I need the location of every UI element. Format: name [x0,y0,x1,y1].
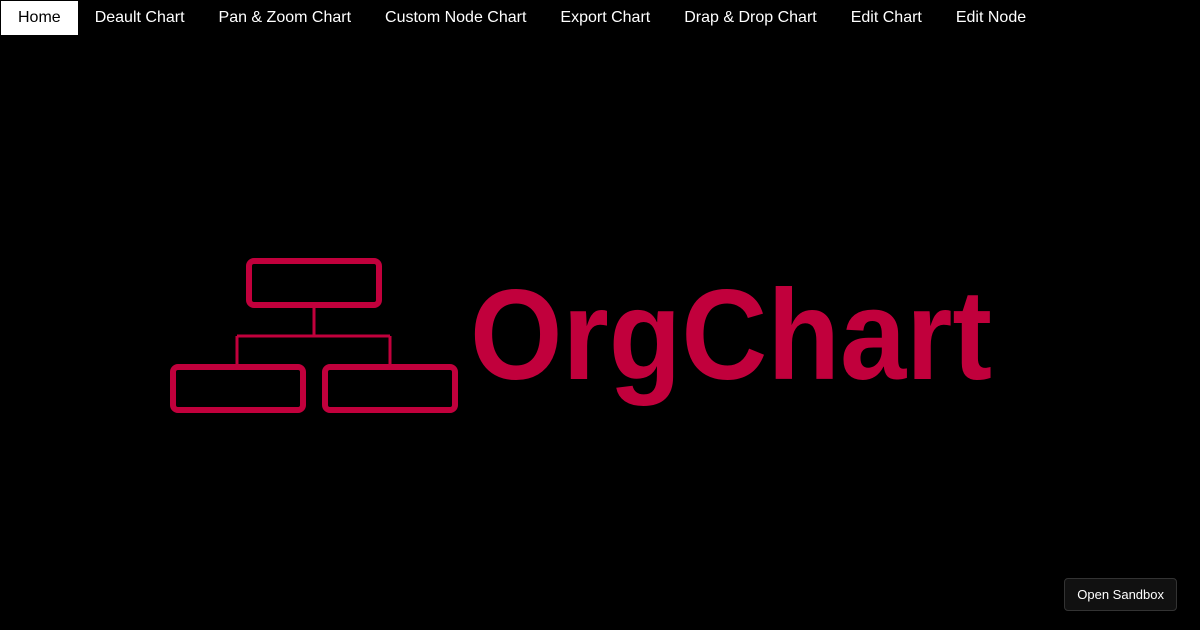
nav-item-default-chart[interactable]: Deault Chart [78,0,202,36]
nav-item-custom-node-chart[interactable]: Custom Node Chart [368,0,543,36]
nav-item-home[interactable]: Home [1,1,78,35]
top-nav: Home Deault Chart Pan & Zoom Chart Custo… [0,0,1043,36]
nav-item-export-chart[interactable]: Export Chart [543,0,667,36]
orgchart-logo: OrgChart [170,258,992,413]
org-tree-connectors [235,305,392,367]
page: Home Deault Chart Pan & Zoom Chart Custo… [0,0,1200,630]
nav-item-pan-zoom-chart[interactable]: Pan & Zoom Chart [202,0,369,36]
nav-item-drag-drop-chart[interactable]: Drap & Drop Chart [667,0,834,36]
open-sandbox-button[interactable]: Open Sandbox [1064,578,1177,611]
nav-item-edit-chart[interactable]: Edit Chart [834,0,939,36]
nav-item-edit-node[interactable]: Edit Node [939,0,1043,36]
orgchart-wordmark: OrgChart [470,264,992,407]
